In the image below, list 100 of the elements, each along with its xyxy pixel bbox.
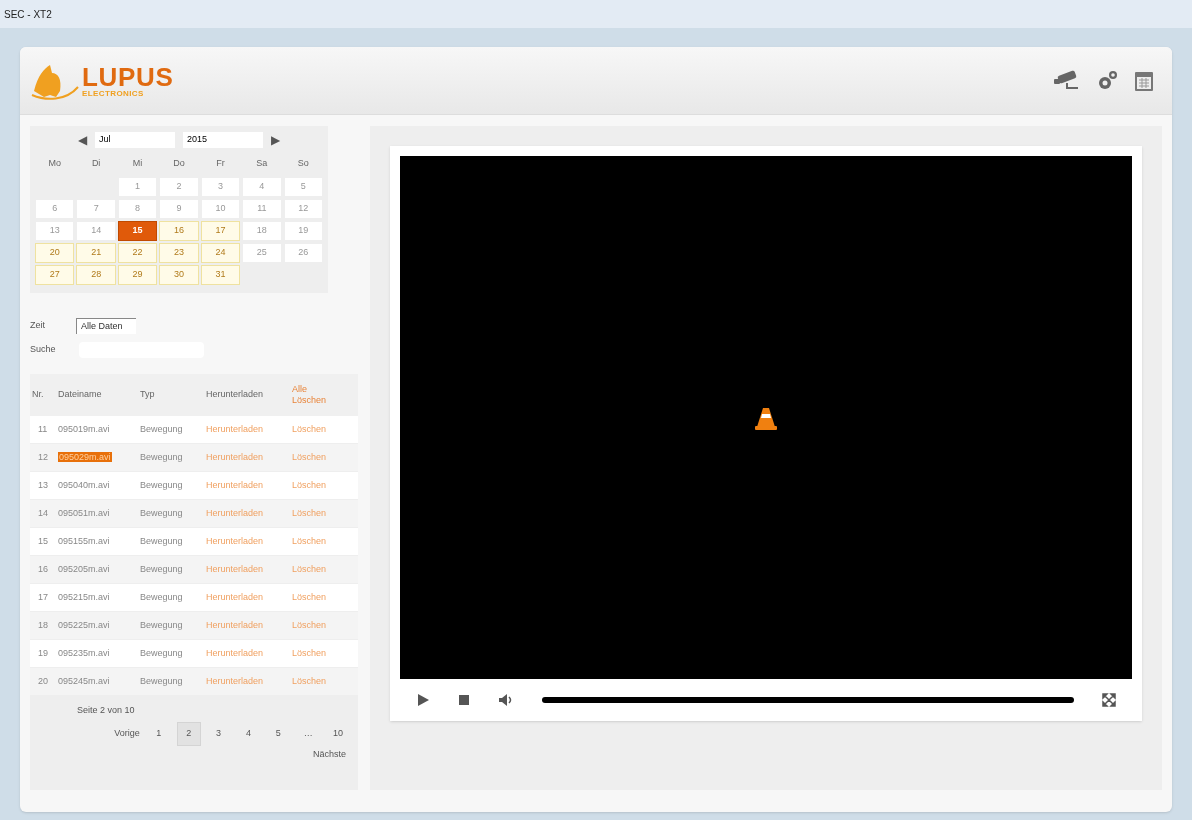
delete-link[interactable]: Löschen — [292, 450, 342, 465]
page-link[interactable]: 1 — [146, 721, 171, 746]
delete-link[interactable]: Löschen — [292, 618, 342, 633]
file-name[interactable]: 095051m.avi — [58, 506, 140, 521]
table-cell-text: 15 — [37, 534, 49, 548]
table-row[interactable]: 15 095155m.avi Bewegung Herunterladen Löschen — [30, 528, 358, 556]
page-link[interactable]: 5 — [266, 721, 291, 746]
calendar-day[interactable]: 29 — [117, 265, 158, 285]
calendar-day[interactable]: 4 — [242, 177, 282, 197]
column-header: Herunterladen — [206, 388, 265, 402]
calendar-day[interactable]: 9 — [159, 199, 199, 219]
table-cell-text: 14 — [37, 506, 49, 520]
calendar-day[interactable]: 16 — [159, 221, 199, 241]
download-link[interactable]: Herunterladen — [206, 534, 292, 549]
calendar-day[interactable]: 10 — [200, 199, 241, 219]
weekday-label: Sa — [255, 157, 269, 171]
page-link[interactable]: 10 — [326, 721, 351, 746]
calendar-day[interactable]: 12 — [283, 199, 323, 219]
table-cell-text: 17 — [37, 590, 49, 604]
calendar-day[interactable]: 3 — [200, 177, 241, 197]
play-icon[interactable] — [416, 693, 430, 707]
page-link[interactable]: 2 — [176, 721, 201, 746]
file-name[interactable]: 095225m.avi — [58, 618, 140, 633]
calendar-day[interactable]: 20 — [35, 243, 75, 263]
download-link[interactable]: Herunterladen — [206, 646, 292, 661]
file-name[interactable]: 095155m.avi — [58, 534, 140, 549]
delete-link[interactable]: Löschen — [292, 562, 342, 577]
page-link[interactable]: 4 — [236, 721, 261, 746]
download-link[interactable]: Herunterladen — [206, 674, 292, 689]
calendar-day[interactable]: 17 — [200, 221, 241, 241]
delete-link[interactable]: Löschen — [292, 590, 342, 605]
month-field[interactable]: Jul — [95, 132, 175, 148]
delete-link[interactable]: Löschen — [292, 646, 342, 661]
calendar-day[interactable]: 13 — [35, 221, 75, 241]
calendar-day[interactable]: 5 — [283, 177, 323, 197]
weekday-label: Di — [90, 157, 102, 171]
calendar-icon[interactable] — [1134, 69, 1154, 92]
next-page-link[interactable]: Nächste — [312, 747, 346, 761]
time-dropdown[interactable]: Alle Daten — [76, 318, 136, 334]
page-link[interactable]: … — [296, 721, 321, 746]
download-link[interactable]: Herunterladen — [206, 618, 292, 633]
calendar-day[interactable]: 27 — [35, 265, 75, 285]
file-name[interactable]: 095245m.avi — [58, 674, 140, 689]
calendar-day[interactable]: 11 — [242, 199, 282, 219]
download-link[interactable]: Herunterladen — [206, 450, 292, 465]
calendar-day[interactable]: 30 — [159, 265, 199, 285]
settings-icon[interactable] — [1096, 69, 1118, 92]
volume-icon[interactable] — [498, 693, 514, 707]
calendar-day[interactable]: 15 — [117, 221, 158, 241]
calendar-day[interactable]: 8 — [117, 199, 158, 219]
calendar-day[interactable]: 22 — [117, 243, 158, 263]
security-camera-icon[interactable] — [1052, 69, 1080, 92]
calendar-day[interactable]: 28 — [76, 265, 116, 285]
calendar-day[interactable]: 1 — [117, 177, 158, 197]
file-name[interactable]: 095029m.avi — [58, 450, 140, 465]
download-link[interactable]: Herunterladen — [206, 478, 292, 493]
file-name[interactable]: 095205m.avi — [58, 562, 140, 577]
delete-link[interactable]: Löschen — [292, 422, 342, 437]
calendar-day[interactable]: 2 — [159, 177, 199, 197]
download-link[interactable]: Herunterladen — [206, 506, 292, 521]
fullscreen-icon[interactable] — [1102, 693, 1116, 707]
table-row[interactable]: 17 095215m.avi Bewegung Herunterladen Löschen — [30, 584, 358, 612]
page-info: Seite 2 von 10 — [77, 704, 136, 717]
calendar-day[interactable]: 25 — [242, 243, 282, 263]
delete-link[interactable]: Löschen — [292, 478, 342, 493]
file-name[interactable]: 095019m.avi — [58, 422, 140, 437]
year-field[interactable]: 2015 — [183, 132, 263, 148]
calendar-day[interactable]: 7 — [76, 199, 116, 219]
calendar-day[interactable]: 26 — [283, 243, 323, 263]
calendar-day[interactable]: 21 — [76, 243, 116, 263]
file-name[interactable]: 095215m.avi — [58, 590, 140, 605]
table-cell-text: 12 — [37, 450, 49, 464]
previous-month-button[interactable]: ◀ — [78, 131, 87, 149]
delete-link[interactable]: Löschen — [292, 506, 342, 521]
calendar-day[interactable]: 6 — [35, 199, 75, 219]
file-name[interactable]: 095235m.avi — [58, 646, 140, 661]
calendar-day[interactable]: 19 — [283, 221, 323, 241]
calendar-day[interactable]: 31 — [200, 265, 241, 285]
calendar-day[interactable]: 18 — [242, 221, 282, 241]
weekday-label: Do — [172, 157, 186, 171]
weekday-label: Mo — [47, 157, 62, 171]
table-row[interactable]: 13 095040m.avi Bewegung Herunterladen Löschen — [30, 472, 358, 500]
previous-page-link[interactable]: Vorige — [107, 726, 147, 741]
calendar-day[interactable]: 23 — [159, 243, 199, 263]
delete-link[interactable]: Löschen — [292, 534, 342, 549]
calendar-day[interactable]: 24 — [200, 243, 241, 263]
table-cell-text: Bewegung — [140, 534, 184, 548]
delete-all-link[interactable]: Alle Löschen — [292, 383, 342, 407]
download-link[interactable]: Herunterladen — [206, 562, 292, 577]
stop-icon[interactable] — [458, 694, 470, 706]
table-row[interactable]: 19 095235m.avi Bewegung Herunterladen Löschen — [30, 640, 358, 668]
download-link[interactable]: Herunterladen — [206, 590, 292, 605]
table-row[interactable]: 11 095019m.avi Bewegung Herunterladen Löschen — [30, 416, 358, 444]
weekday-label: Fr — [215, 157, 226, 171]
delete-link[interactable]: Löschen — [292, 674, 342, 689]
calendar-day[interactable]: 14 — [76, 221, 116, 241]
download-link[interactable]: Herunterladen — [206, 422, 292, 437]
file-name[interactable]: 095040m.avi — [58, 478, 140, 493]
page-link[interactable]: 3 — [206, 721, 231, 746]
next-month-button[interactable]: ▶ — [271, 131, 280, 149]
